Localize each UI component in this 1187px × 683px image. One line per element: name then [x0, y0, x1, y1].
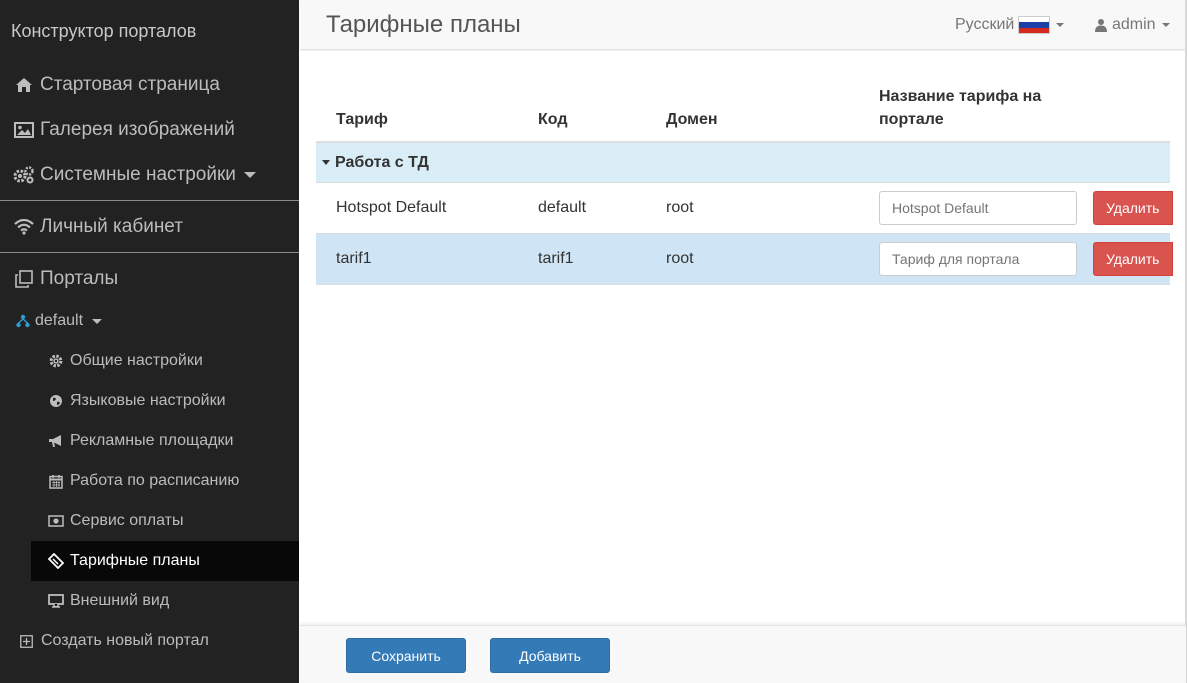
save-button[interactable]: Сохранить	[346, 638, 466, 673]
sidebar-sub-label: Внешний вид	[70, 592, 170, 609]
sidebar-item-gallery[interactable]: Галерея изображений	[0, 107, 299, 152]
sidebar-item-label: Порталы	[40, 267, 119, 289]
sidebar-divider	[0, 252, 299, 253]
sidebar-sub-schedule[interactable]: Работа по расписанию	[0, 461, 299, 501]
sidebar-sub-tariff-plans[interactable]: Тарифные планы	[31, 541, 299, 581]
column-header-domain: Домен	[666, 111, 718, 128]
sidebar-sub-payment-service[interactable]: Сервис оплаты	[0, 501, 299, 541]
delete-button[interactable]: Удалить	[1093, 242, 1173, 276]
tariff-cell: Hotspot Default	[336, 199, 447, 216]
money-icon	[48, 515, 64, 527]
user-dropdown[interactable]: admin	[1095, 16, 1170, 34]
home-icon	[12, 77, 36, 93]
create-portal-link[interactable]: Создать новый портал	[0, 621, 299, 661]
sidebar-sub-label: Тарифные планы	[70, 552, 200, 569]
sidebar-item-label: Системные настройки	[40, 163, 236, 185]
sitemap-icon	[16, 314, 30, 328]
sidebar-sub-label: Общие настройки	[70, 352, 203, 369]
clone-icon	[12, 269, 36, 288]
russia-flag-icon	[1018, 16, 1051, 34]
sidebar-item-personal-account[interactable]: Личный кабинет	[0, 204, 299, 249]
chevron-down-icon	[92, 318, 103, 324]
language-label: Русский	[955, 16, 1015, 33]
portal-default-toggle[interactable]: default	[0, 301, 299, 341]
calendar-icon	[48, 474, 64, 489]
cogs-icon	[12, 165, 36, 184]
portal-name-input[interactable]	[879, 242, 1077, 276]
column-header-code: Код	[538, 111, 568, 128]
bullhorn-icon	[48, 434, 64, 448]
desktop-icon	[48, 594, 64, 608]
portal-name: default	[35, 312, 84, 329]
main-content: Тариф Код Домен Название тарифа на порта…	[300, 51, 1186, 625]
chevron-down-icon	[1161, 23, 1170, 27]
sidebar-sub-appearance[interactable]: Внешний вид	[0, 581, 299, 621]
footer-bar: Сохранить Добавить	[300, 625, 1186, 683]
wifi-icon	[12, 218, 36, 235]
code-cell: tarif1	[538, 250, 574, 267]
sidebar-sub-language-settings[interactable]: Языковые настройки	[0, 381, 299, 421]
table-row: Hotspot Default default root Удалить	[316, 183, 1173, 234]
globe-icon	[48, 394, 64, 408]
domain-cell: root	[666, 250, 694, 267]
column-header-tariff: Тариф	[336, 111, 388, 128]
user-icon	[1095, 18, 1107, 32]
sidebar-sub-label: Рекламные площадки	[70, 432, 234, 449]
delete-button[interactable]: Удалить	[1093, 191, 1173, 225]
sidebar-item-label: Стартовая страница	[40, 73, 220, 95]
sidebar-divider	[0, 200, 299, 201]
add-button[interactable]: Добавить	[490, 638, 610, 673]
sidebar-sub-ad-spaces[interactable]: Рекламные площадки	[0, 421, 299, 461]
sidebar: Конструктор порталов Стартовая страница …	[0, 0, 299, 683]
create-portal-label: Создать новый портал	[41, 632, 209, 649]
sidebar-item-portals[interactable]: Порталы	[0, 256, 299, 301]
table-header: Тариф Код Домен Название тарифа на порта…	[316, 81, 1170, 143]
sidebar-sub-label: Работа по расписанию	[70, 472, 240, 489]
chevron-down-icon	[1056, 23, 1065, 27]
sidebar-item-label: Личный кабинет	[40, 215, 183, 237]
sidebar-sub-label: Сервис оплаты	[70, 512, 184, 529]
chevron-down-icon	[243, 171, 256, 178]
gear-icon	[48, 354, 64, 368]
sidebar-item-system-settings[interactable]: Системные настройки	[0, 152, 299, 197]
column-header-portal-name: Название тарифа на портале	[879, 88, 1042, 128]
tariff-table: Тариф Код Домен Название тарифа на порта…	[316, 81, 1173, 285]
ticket-icon	[48, 553, 64, 569]
brand[interactable]: Конструктор порталов	[0, 0, 299, 62]
code-cell: default	[538, 199, 587, 216]
portal-name-input[interactable]	[879, 191, 1077, 225]
domain-cell: root	[666, 199, 694, 216]
sidebar-sub-label: Языковые настройки	[70, 392, 226, 409]
language-dropdown[interactable]: Русский	[955, 16, 1065, 34]
tariff-cell: tarif1	[336, 250, 372, 267]
sidebar-sub-general-settings[interactable]: Общие настройки	[0, 341, 299, 381]
group-row[interactable]: Работа с ТД	[316, 143, 1170, 183]
page-title: Тарифные планы	[326, 11, 521, 38]
image-icon	[12, 121, 36, 138]
table-row: tarif1 tarif1 root Удалить	[316, 234, 1173, 285]
caret-down-icon	[322, 160, 330, 165]
group-label: Работа с ТД	[335, 153, 429, 171]
plus-square-icon	[19, 634, 33, 648]
top-header: Тарифные планы Русский admin	[300, 0, 1186, 50]
user-name: admin	[1112, 16, 1156, 33]
sidebar-item-label: Галерея изображений	[40, 118, 235, 140]
sidebar-item-start-page[interactable]: Стартовая страница	[0, 62, 299, 107]
